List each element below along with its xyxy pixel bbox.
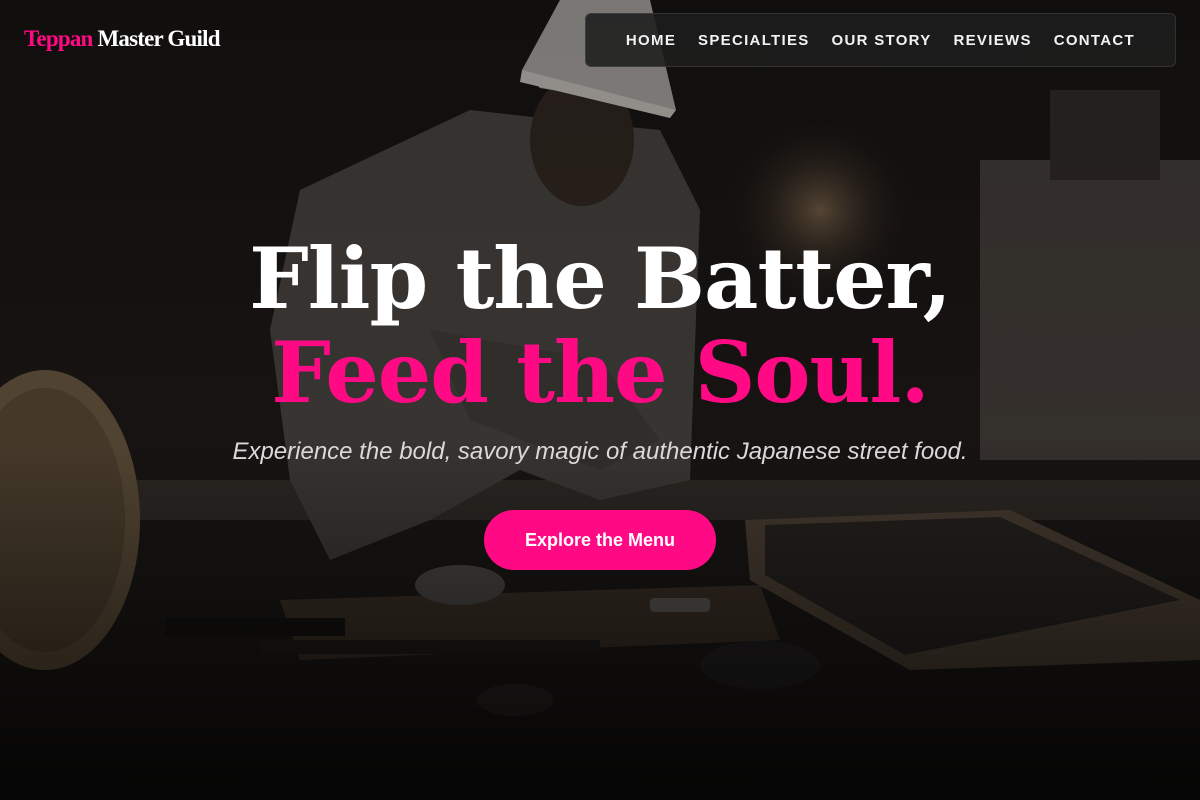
- nav-link-our-story[interactable]: OUR STORY: [832, 32, 932, 49]
- brand-logo-text: Master Guild: [92, 26, 220, 51]
- nav-link-contact[interactable]: CONTACT: [1054, 32, 1135, 49]
- brand-logo-accent: Teppan: [24, 26, 93, 51]
- nav-link-specialties[interactable]: SPECIALTIES: [698, 32, 810, 49]
- hero-headline: Flip the Batter, Feed the Soul.: [0, 232, 1200, 420]
- brand-logo[interactable]: Teppan Master Guild: [24, 26, 221, 52]
- nav-link-reviews[interactable]: REVIEWS: [953, 32, 1031, 49]
- hero-subtitle: Experience the bold, savory magic of aut…: [232, 438, 968, 465]
- explore-menu-button[interactable]: Explore the Menu: [484, 510, 716, 570]
- hero-headline-line1: Flip the Batter,: [249, 229, 952, 328]
- hero-headline-line2: Feed the Soul.: [271, 323, 929, 422]
- main-navigation: HOME SPECIALTIES OUR STORY REVIEWS CONTA…: [585, 13, 1176, 67]
- nav-link-home[interactable]: HOME: [626, 32, 676, 49]
